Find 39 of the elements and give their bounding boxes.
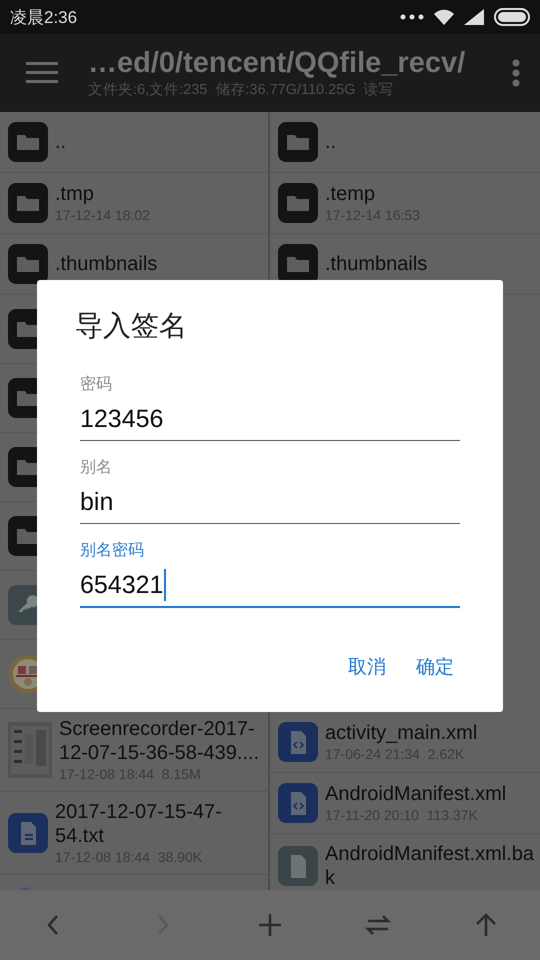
- file-name: .tmp: [55, 182, 95, 206]
- battery-icon: [494, 8, 530, 26]
- code-file-icon: [278, 722, 318, 762]
- file-name: AndroidManifest.xml.bak: [325, 842, 534, 890]
- confirm-button[interactable]: 确定: [410, 644, 460, 690]
- input-field[interactable]: bin: [80, 479, 460, 524]
- input-field[interactable]: 123456: [80, 396, 460, 441]
- wifi-icon: [434, 9, 454, 25]
- file-name: .thumbnails: [325, 252, 428, 276]
- document-icon: [8, 813, 48, 853]
- file-name: .thumbnails: [55, 252, 158, 276]
- folder-icon: [8, 244, 48, 284]
- file-name: Screenrecorder-2017-12-07-15-36-58-439....: [59, 717, 260, 765]
- field-label: 别名密码: [80, 540, 145, 561]
- menu-icon[interactable]: [26, 62, 58, 84]
- folder-path: …ed/0/tencent/QQfile_recv/: [88, 46, 466, 80]
- file-name: 2017-12-07-15-47-54.txt: [55, 800, 223, 848]
- file-name: AndroidManifest.xml: [325, 782, 506, 806]
- file-name: .temp: [325, 182, 376, 206]
- text-cursor: [164, 569, 166, 601]
- file-name: ..: [55, 130, 66, 154]
- file-name: ..: [325, 130, 336, 154]
- folder-icon: [278, 183, 318, 223]
- folder-icon: [8, 122, 48, 162]
- cancel-button[interactable]: 取消: [342, 644, 392, 690]
- file-icon: [278, 846, 318, 886]
- file-name: activity_main.xml: [325, 721, 478, 745]
- folder-icon: [278, 122, 318, 162]
- add-icon: [257, 912, 283, 938]
- field-label: 密码: [80, 374, 113, 395]
- status-time: 凌晨2:36: [10, 6, 78, 28]
- dialog-title: 导入签名: [75, 309, 188, 343]
- signal-icon: [464, 9, 484, 25]
- input-field[interactable]: 654321: [80, 562, 460, 608]
- more-options-icon[interactable]: [512, 59, 520, 87]
- field-label: 别名: [80, 458, 113, 478]
- more-dots-icon: [400, 14, 424, 20]
- code-file-icon: [278, 783, 318, 823]
- folder-icon: [8, 183, 48, 223]
